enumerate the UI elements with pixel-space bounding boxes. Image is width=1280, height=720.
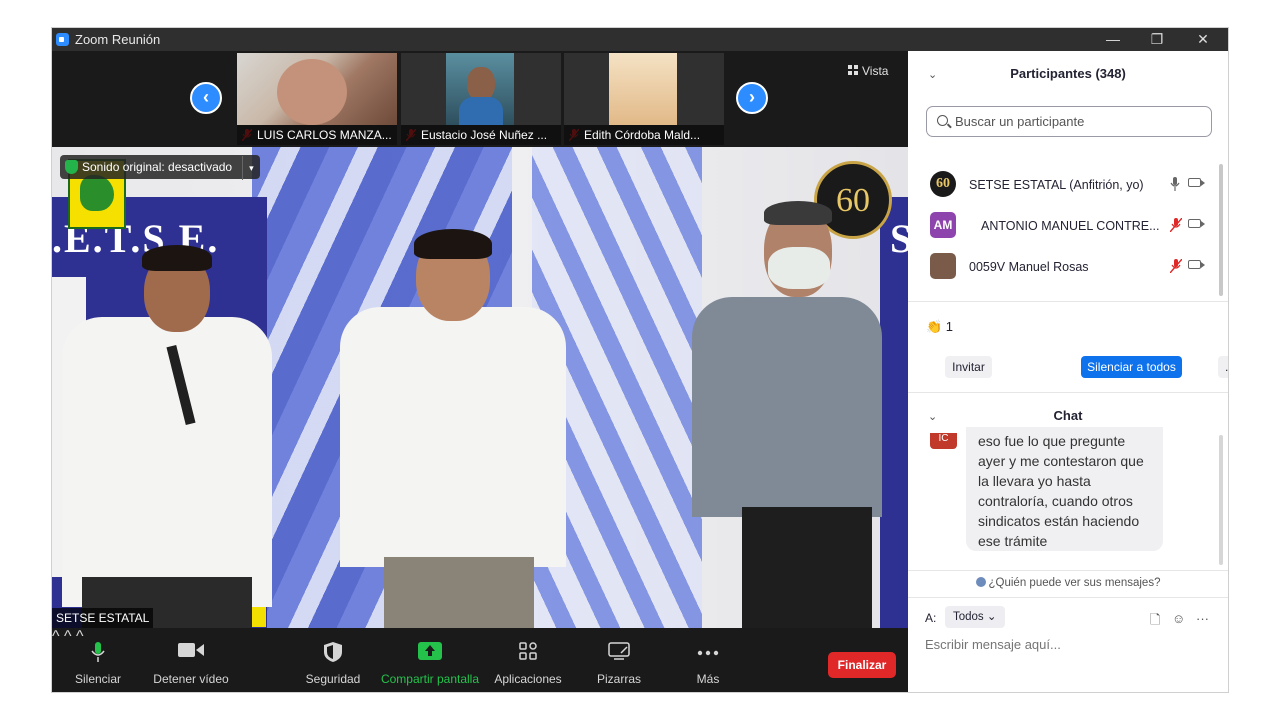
participant-name: ANTONIO MANUEL CONTRE...: [981, 219, 1160, 233]
thumbnail-participant[interactable]: Edith Córdoba Mald...: [564, 53, 724, 145]
mute-all-button[interactable]: Silenciar a todos: [1081, 356, 1182, 378]
person-icon: [975, 577, 986, 587]
chat-title: Chat: [1053, 408, 1083, 423]
thumbnail-name: Edith Córdoba Mald...: [564, 125, 724, 145]
participant-name: SETSE ESTATAL (Anfitrión, yo): [969, 178, 1144, 192]
more-dots-icon: [697, 650, 719, 656]
thumbnail-strip: ‹ LUIS CARLOS MANZA... Eustacio José Nuñ…: [52, 51, 908, 147]
thumbnail-participant[interactable]: Eustacio José Nuñez ...: [401, 53, 561, 145]
whiteboard-icon: [608, 642, 630, 660]
apps-button[interactable]: Aplicaciones: [492, 628, 564, 692]
apps-icon: [519, 642, 537, 660]
audio-options-caret-icon[interactable]: ^: [52, 628, 60, 645]
chevron-down-icon[interactable]: ▾: [242, 156, 254, 180]
close-button[interactable]: ✕: [1180, 28, 1226, 51]
divider: [908, 570, 1228, 571]
next-page-button[interactable]: ›: [736, 82, 768, 114]
participants-title: Participantes (348): [1010, 66, 1126, 81]
microphone-icon: [91, 642, 105, 662]
banner-right-text: S: [890, 216, 908, 261]
participant-search-input[interactable]: Buscar un participante: [926, 106, 1212, 137]
chevron-down-icon: ⌄: [986, 611, 997, 623]
zoom-logo-icon: [56, 33, 69, 46]
avatar: [930, 253, 956, 279]
avatar: 60: [930, 171, 956, 197]
mute-button[interactable]: Silenciar: [70, 628, 126, 692]
minimize-button[interactable]: —: [1090, 28, 1136, 51]
shield-icon: [324, 642, 342, 662]
recipient-dropdown[interactable]: Todos ⌄: [945, 606, 1005, 628]
meeting-toolbar: Silenciar ^ Detener vídeo ^ Seguridad Co…: [52, 628, 908, 692]
thumbnail-participant[interactable]: LUIS CARLOS MANZA...: [237, 53, 397, 145]
whiteboards-button[interactable]: Pizarras: [590, 628, 648, 692]
invite-button[interactable]: Invitar: [945, 356, 992, 378]
more-button[interactable]: Más: [684, 628, 732, 692]
view-button[interactable]: Vista: [848, 61, 888, 81]
participant-name: 0059V Manuel Rosas: [969, 260, 1089, 274]
participants-scrollbar[interactable]: [1219, 164, 1223, 296]
video-camera-icon[interactable]: [1188, 178, 1205, 187]
title-bar: Zoom Reunión — ❐ ✕: [52, 28, 1228, 51]
chat-message-bubble: eso fue lo que pregunte ayer y me contes…: [966, 427, 1163, 551]
divider: [908, 392, 1228, 393]
avatar: AM: [930, 212, 956, 238]
grid-view-icon: [848, 65, 858, 75]
prev-page-button[interactable]: ‹: [190, 82, 222, 114]
microphone-icon[interactable]: [1170, 177, 1180, 191]
more-dots-icon[interactable]: ···: [1196, 611, 1209, 626]
more-options-button[interactable]: ...: [1218, 356, 1228, 378]
participant-row[interactable]: 60 SETSE ESTATAL (Anfitrión, yo): [908, 165, 1218, 206]
participant-row[interactable]: 0059V Manuel Rosas: [908, 247, 1218, 288]
restore-button[interactable]: ❐: [1134, 28, 1180, 51]
chat-scrollbar[interactable]: [1219, 435, 1223, 565]
end-meeting-button[interactable]: Finalizar: [828, 652, 896, 678]
stop-video-button[interactable]: Detener vídeo: [150, 628, 232, 692]
original-sound-toggle[interactable]: Sonido original: desactivado ▾: [60, 155, 260, 180]
thumbnail-name: Eustacio José Nuñez ...: [401, 125, 561, 145]
divider: [908, 301, 1228, 302]
chat-sender-avatar: IC: [930, 433, 957, 449]
active-speaker-name: SETSE ESTATAL: [52, 608, 154, 628]
file-icon[interactable]: 🗋: [1150, 611, 1160, 633]
emoji-icon[interactable]: ☺: [1172, 611, 1185, 626]
participant-row[interactable]: AM ANTONIO MANUEL CONTRE...: [908, 206, 1218, 247]
shield-icon: [65, 160, 78, 174]
recipient-label: A:: [925, 611, 937, 625]
muted-mic-icon[interactable]: [1170, 259, 1182, 273]
share-screen-button[interactable]: Compartir pantalla: [378, 628, 482, 692]
search-icon: [937, 115, 948, 126]
video-camera-icon[interactable]: [1188, 260, 1205, 269]
divider: [908, 597, 1228, 598]
security-button[interactable]: Seguridad: [302, 628, 364, 692]
video-area: ‹ LUIS CARLOS MANZA... Eustacio José Nuñ…: [52, 51, 908, 628]
side-panel: ⌄ Participantes (348) Buscar un particip…: [908, 51, 1228, 692]
who-can-see-messages-link[interactable]: ¿Quién puede ver sus mensajes?: [908, 577, 1228, 589]
active-speaker-video: .E.T.S.E. S 60: [52, 147, 908, 628]
reaction-count: 👏 1: [926, 319, 954, 334]
zoom-meeting-window: Zoom Reunión — ❐ ✕ ‹ LUIS CARLOS MANZA..…: [52, 28, 1228, 692]
share-screen-icon: [418, 642, 442, 660]
chat-message-input[interactable]: [925, 637, 1215, 652]
video-camera-icon: [178, 643, 204, 657]
thumbnail-name: LUIS CARLOS MANZA...: [237, 125, 397, 145]
muted-mic-icon[interactable]: [1170, 218, 1182, 232]
video-camera-icon[interactable]: [1188, 219, 1205, 228]
window-title: Zoom Reunión: [75, 32, 161, 47]
